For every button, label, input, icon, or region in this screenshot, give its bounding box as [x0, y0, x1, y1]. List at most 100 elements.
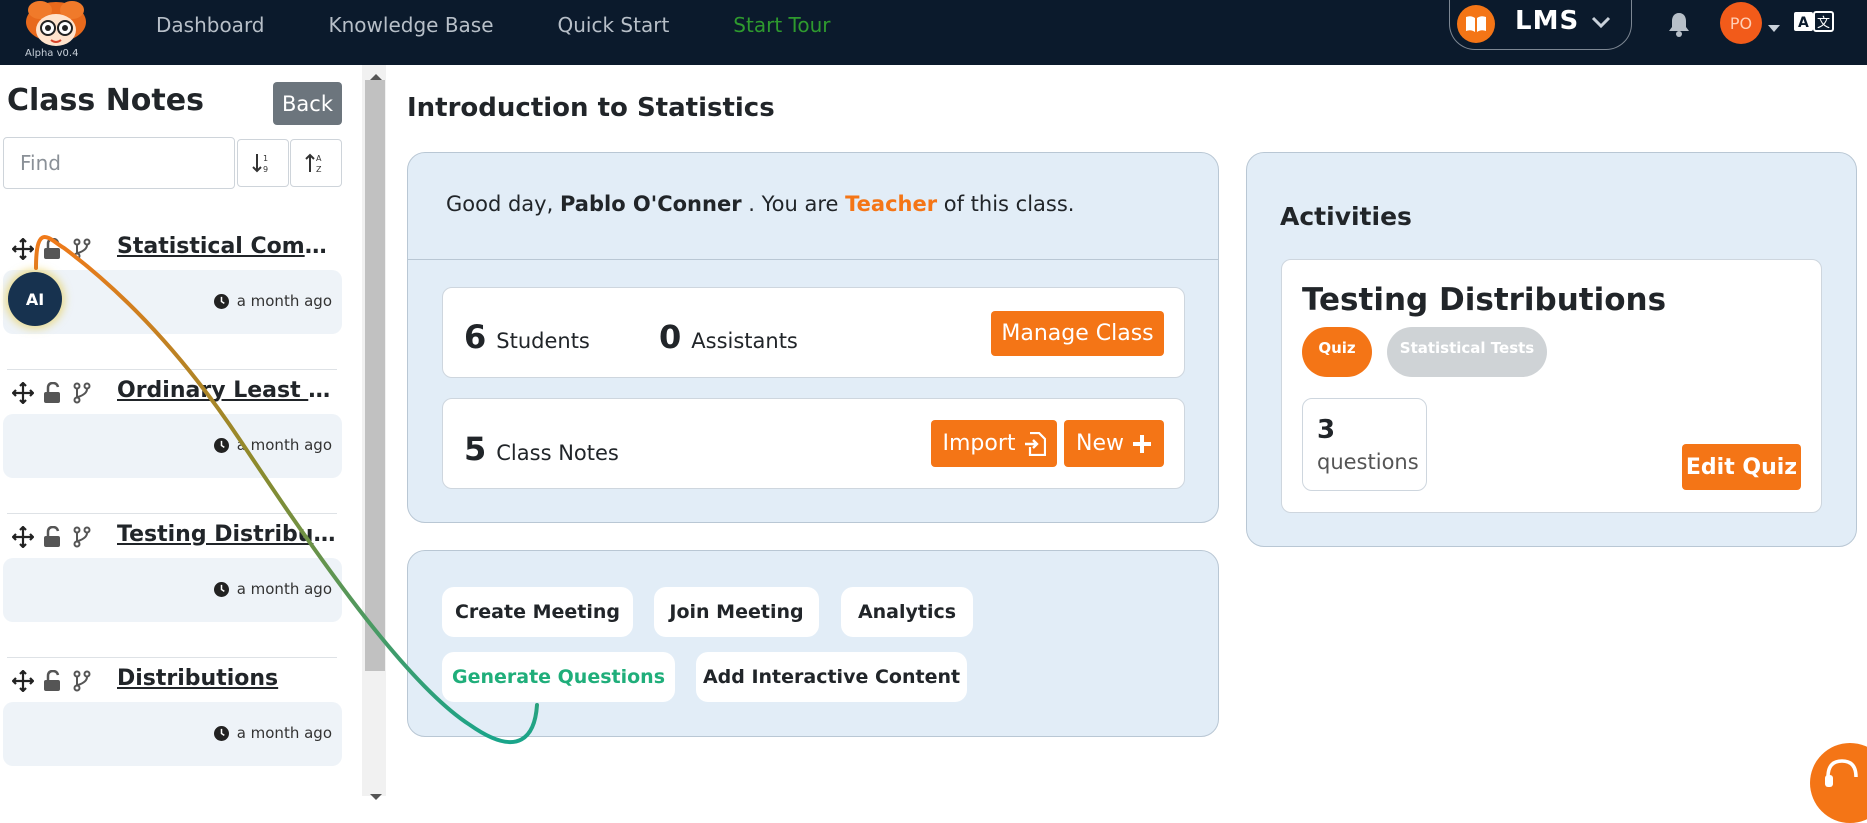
move-icon[interactable]	[11, 525, 35, 552]
add-interactive-content-button[interactable]: Add Interactive Content	[696, 652, 967, 702]
divider	[408, 259, 1218, 260]
note-timestamp: a month ago	[236, 580, 332, 598]
greeting-text: Good day, Pablo O'Conner . You are Teach…	[446, 192, 1074, 216]
note-title[interactable]: Statistical Comparisons	[117, 234, 342, 259]
greeting-middle: . You are	[748, 192, 839, 216]
find-input[interactable]	[3, 137, 235, 189]
svg-text:文: 文	[1817, 16, 1830, 31]
unlock-icon[interactable]	[42, 525, 64, 552]
analytics-button[interactable]: Analytics	[841, 587, 973, 637]
sidebar-title: Class Notes	[7, 83, 204, 118]
assistants-label: Assistants	[691, 329, 798, 353]
assistants-count: 0	[659, 318, 682, 356]
note-timestamp: a month ago	[236, 292, 332, 310]
nav-dashboard[interactable]: Dashboard	[156, 13, 265, 37]
greeting-prefix: Good day,	[446, 192, 554, 216]
students-count: 6	[464, 318, 487, 356]
bell-icon[interactable]	[1667, 11, 1691, 41]
class-notes-label: Class Notes	[496, 441, 619, 465]
note-list-item[interactable]: Ordinary Least Squares a month ago	[0, 370, 345, 514]
clock-icon	[213, 725, 229, 741]
sort-alpha-up-icon: A Z	[305, 153, 322, 174]
translate-icon[interactable]: A 文	[1794, 11, 1834, 37]
branch-icon[interactable]	[72, 382, 92, 408]
unlock-icon[interactable]	[42, 237, 64, 264]
generate-questions-button[interactable]: Generate Questions	[442, 652, 675, 702]
unlock-icon[interactable]	[42, 381, 64, 408]
branch-icon[interactable]	[72, 238, 92, 264]
nav-start-tour[interactable]: Start Tour	[733, 13, 830, 37]
activities-title: Activities	[1280, 202, 1412, 231]
clock-icon	[213, 437, 229, 453]
note-title[interactable]: Ordinary Least Squares	[117, 378, 342, 403]
clock-icon	[213, 581, 229, 597]
import-label: Import	[942, 431, 1016, 456]
app-version: Alpha v0.4	[25, 48, 79, 59]
move-icon[interactable]	[11, 237, 35, 264]
students-label: Students	[496, 329, 590, 353]
move-icon[interactable]	[11, 669, 35, 696]
user-name: Pablo O'Conner	[559, 192, 742, 216]
mascot-logo-icon	[26, 1, 86, 46]
import-button[interactable]: Import	[931, 420, 1057, 467]
branch-icon[interactable]	[72, 670, 92, 696]
move-icon[interactable]	[11, 381, 35, 408]
question-count: 3	[1317, 415, 1336, 445]
create-meeting-button[interactable]: Create Meeting	[442, 587, 633, 637]
svg-text:A: A	[316, 154, 322, 163]
top-navbar: Alpha v0.4 Dashboard Knowledge Base Quic…	[0, 0, 1867, 65]
file-import-icon	[1024, 431, 1046, 456]
sort-ascending-button[interactable]: 1 9	[237, 139, 289, 187]
headset-icon	[1825, 759, 1858, 787]
new-note-button[interactable]: New	[1064, 420, 1164, 467]
sort-descending-button[interactable]: A Z	[290, 139, 342, 187]
topic-tag-badge: Statistical Tests	[1387, 327, 1547, 377]
scrollbar-thumb[interactable]	[365, 80, 385, 671]
note-title[interactable]: Distributions	[117, 666, 342, 691]
unlock-icon[interactable]	[42, 669, 64, 696]
greeting-suffix: of this class.	[943, 192, 1075, 216]
class-notes-stat: 5 Class Notes	[464, 430, 619, 468]
user-avatar[interactable]: PO	[1720, 2, 1762, 44]
ai-assistant-button[interactable]: AI	[8, 272, 62, 326]
note-card[interactable]: a month ago	[3, 702, 342, 766]
caret-down-icon[interactable]	[1768, 18, 1780, 37]
join-meeting-button[interactable]: Join Meeting	[654, 587, 819, 637]
svg-text:9: 9	[263, 165, 268, 174]
note-title[interactable]: Testing Distributions	[117, 522, 342, 547]
product-name: LMS	[1515, 6, 1580, 36]
sort-numeric-down-icon: 1 9	[252, 154, 268, 174]
class-notes-sidebar: Class Notes Back 1 9 A Z Statistical Com…	[0, 65, 362, 796]
students-stat: 6 Students	[464, 318, 590, 356]
scroll-up-arrow-icon[interactable]	[369, 66, 383, 85]
nav-quick-start[interactable]: Quick Start	[558, 13, 670, 37]
class-notes-count: 5	[464, 430, 487, 468]
new-label: New	[1076, 431, 1124, 456]
svg-text:1: 1	[263, 154, 268, 163]
clock-icon	[213, 293, 229, 309]
nav-links: Dashboard Knowledge Base Quick Start Sta…	[156, 0, 830, 50]
note-card[interactable]: a month ago	[3, 558, 342, 622]
plus-icon	[1133, 434, 1151, 453]
note-timestamp: a month ago	[236, 436, 332, 454]
note-card[interactable]: a month ago	[3, 414, 342, 478]
manage-class-button[interactable]: Manage Class	[991, 311, 1164, 356]
support-chat-button[interactable]	[1810, 743, 1867, 823]
note-list-item[interactable]: Distributions a month ago	[0, 658, 345, 796]
question-label: questions	[1317, 450, 1419, 474]
activity-name: Testing Distributions	[1302, 282, 1667, 318]
svg-text:A: A	[1798, 15, 1809, 31]
quiz-tag-badge: Quiz	[1302, 327, 1372, 377]
chevron-down-icon[interactable]	[1590, 12, 1612, 36]
branch-icon[interactable]	[72, 526, 92, 552]
user-role: Teacher	[845, 192, 938, 216]
note-list-item[interactable]: Testing Distributions a month ago	[0, 514, 345, 658]
edit-quiz-button[interactable]: Edit Quiz	[1682, 444, 1801, 490]
open-book-icon	[1457, 5, 1495, 43]
class-actions-panel	[407, 550, 1219, 737]
nav-knowledge-base[interactable]: Knowledge Base	[329, 13, 494, 37]
class-title: Introduction to Statistics	[407, 93, 775, 123]
back-button[interactable]: Back	[273, 82, 342, 125]
svg-text:Z: Z	[316, 165, 322, 174]
assistants-stat: 0 Assistants	[659, 318, 798, 356]
